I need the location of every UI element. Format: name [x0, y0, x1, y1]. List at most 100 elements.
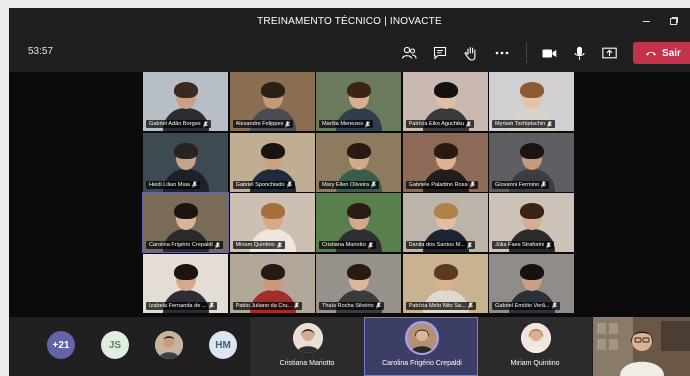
participant-name-tag: Izabela Fernanda de ... [146, 301, 217, 310]
muted-mic-icon [208, 302, 214, 309]
muted-mic-icon [541, 181, 547, 188]
participant-card[interactable]: Miriam Quintino [478, 317, 592, 376]
participant-name: Gabriel Emídio Verã... [495, 302, 550, 309]
participant-card-avatar [521, 323, 551, 353]
self-view-video[interactable] [593, 317, 690, 376]
participant-name: Mary Ellen Oliveira [322, 181, 369, 188]
participant-card-avatar [293, 323, 323, 353]
participant-hair [520, 203, 544, 219]
overflow-participants-button[interactable]: +21 [47, 331, 75, 359]
muted-mic-icon [467, 302, 473, 309]
participant-hair [174, 203, 198, 219]
raise-hand-button[interactable] [461, 43, 481, 63]
participant-video-tile[interactable]: Marília Menezes [316, 72, 401, 131]
leave-button[interactable]: Sair [633, 42, 690, 64]
participant-video-tile[interactable]: Myriam Tschiptschin [489, 72, 574, 131]
participant-video-tile[interactable]: Miriam Quintino [229, 193, 315, 252]
participant-card-name: Miriam Quintino [510, 360, 560, 367]
meeting-title: TREINAMENTO TÉCNICO | INOVACTE [257, 15, 442, 27]
participant-name-tag: Marília Menezes [319, 120, 374, 128]
muted-mic-icon [202, 120, 208, 128]
participant-name: Marília Menezes [322, 121, 364, 127]
participant-video-tile[interactable]: Izabela Fernanda de ... [143, 253, 228, 313]
chat-button[interactable] [430, 43, 450, 63]
video-stage: Gabriel Adão Borges Alexandre Felippes Mar… [9, 72, 690, 317]
participant-video-tile[interactable]: Gabriel Sponchiado [229, 132, 315, 192]
participant-card-name: Cristiana Mariotto [279, 360, 335, 367]
participant-video-tile[interactable]: Giovanni Fermino [489, 132, 574, 192]
participant-video-tile[interactable]: Gabriel Emídio Verã... [489, 253, 574, 313]
minimize-icon [642, 20, 650, 22]
avatar-js[interactable]: JS [101, 331, 129, 359]
participant-name-tag: Gabriel Adão Borges [146, 120, 211, 128]
participant-video-tile[interactable]: Pablo Juliano da Cru... [229, 253, 315, 313]
participant-video-tile[interactable]: Heidi Lilian Maia [143, 132, 228, 192]
participant-card-speaking[interactable]: Carolina Frigério Crepaldi [364, 317, 478, 376]
self-view-image [593, 317, 690, 376]
muted-mic-icon [466, 241, 472, 249]
muted-mic-icon [375, 302, 381, 309]
participant-video-tile[interactable]: Alexandre Felippes [229, 72, 315, 131]
participant-hair [433, 263, 458, 280]
microphone-button[interactable] [569, 43, 589, 63]
participant-video-tile[interactable]: Patrícia Eiko Aguchiku [402, 72, 488, 131]
more-actions-button[interactable] [492, 43, 512, 63]
muted-mic-icon [192, 181, 197, 188]
participant-video-tile[interactable]: Thaís Rocha Silvério [316, 253, 401, 313]
participant-hair [260, 82, 285, 98]
participant-name-tag: Gabriel Emídio Verã... [492, 301, 560, 310]
participant-video-tile[interactable]: Júlia Faes Straforini [489, 193, 574, 252]
mic-icon [573, 46, 585, 60]
muted-mic-icon [551, 302, 557, 309]
share-icon [601, 47, 617, 58]
participant-hair [347, 142, 371, 159]
participant-video-tile[interactable]: Cristiana Mariotto [316, 193, 401, 252]
muted-mic-icon [294, 302, 300, 309]
participant-name: Giovanni Fermino [495, 181, 540, 188]
more-icon [495, 51, 509, 55]
muted-mic-icon [466, 120, 472, 128]
muted-mic-icon [469, 181, 475, 188]
participant-name: Gabriele Paladino Rosa [408, 181, 468, 188]
participant-video-tile[interactable]: Mary Ellen Oliveira [316, 132, 401, 192]
participant-name-tag: Danila dos Santos M... [405, 241, 475, 249]
participant-hair [433, 203, 458, 219]
camera-button[interactable] [539, 43, 559, 63]
meeting-toolbar: 53:57 Sair [9, 34, 690, 72]
participant-name: Júlia Faes Straforini [495, 242, 545, 248]
muted-mic-icon [286, 181, 292, 188]
avatar-hm[interactable]: HM [209, 331, 237, 359]
minimize-button[interactable] [632, 8, 660, 34]
participant-name: Heidi Lilian Maia [149, 181, 191, 188]
participant-name: Cristiana Mariotto [322, 242, 366, 248]
participant-name: Gabriel Sponchiado [235, 181, 285, 188]
avatar-initials: HM [215, 339, 231, 351]
participants-button[interactable] [399, 43, 419, 63]
participant-name: Myriam Tschiptschin [495, 121, 546, 127]
muted-mic-icon [276, 241, 282, 249]
participant-hair [260, 203, 285, 219]
participant-video-tile[interactable]: Gabriele Paladino Rosa [402, 132, 488, 192]
avatar-initials: JS [108, 339, 122, 351]
avatar-photo[interactable] [155, 331, 183, 359]
avatar-photo-image [155, 331, 183, 359]
participant-name-tag: Gabriel Sponchiado [232, 180, 295, 189]
participant-hair [347, 203, 371, 219]
participants-icon [401, 46, 417, 59]
participant-name-tag: Patrícia Melo Nito Sa... [405, 301, 476, 310]
participant-video-tile[interactable]: Carolina Frigério Crepaldi [142, 192, 229, 253]
participant-video-tile[interactable]: Patrícia Melo Nito Sa... [402, 253, 488, 313]
participant-video-tile[interactable]: Danila dos Santos M... [402, 193, 488, 252]
participant-name: Patrícia Melo Nito Sa... [408, 302, 466, 309]
share-screen-button[interactable] [599, 43, 619, 63]
participant-hair [520, 263, 544, 280]
participant-video-tile[interactable]: Gabriel Adão Borges [143, 72, 228, 131]
restore-icon [670, 17, 678, 25]
participant-name-tag: Pablo Juliano da Cru... [232, 301, 303, 310]
participant-name-tag: Myriam Tschiptschin [492, 120, 556, 128]
maximize-button[interactable] [660, 8, 688, 34]
participant-name: Thaís Rocha Silvério [322, 302, 374, 309]
participant-hair [260, 263, 285, 280]
participant-name-tag: Júlia Faes Straforini [492, 241, 555, 249]
participant-card[interactable]: Cristiana Mariotto [250, 317, 364, 376]
